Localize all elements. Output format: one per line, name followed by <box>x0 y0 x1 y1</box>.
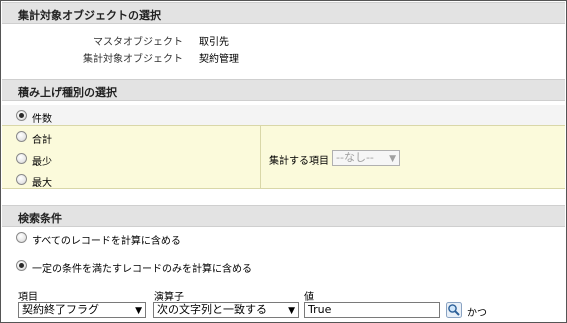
radio-min-label: 最少 <box>32 157 52 168</box>
filter-field-select[interactable]: 契約終了フラグ ▼ <box>18 302 146 318</box>
and-label: かつ <box>467 308 487 319</box>
radio-all-records[interactable] <box>16 232 27 243</box>
radio-min[interactable] <box>16 153 27 164</box>
chevron-down-icon: ▼ <box>135 306 142 316</box>
master-object-label: マスタオブジェクト <box>93 37 183 48</box>
radio-sum[interactable] <box>16 131 27 142</box>
radio-count-label: 件数 <box>32 114 52 125</box>
count-option-row <box>2 105 565 125</box>
radio-max[interactable] <box>16 174 27 185</box>
section-header-filter-criteria: 検索条件 <box>2 205 565 227</box>
filter-field-header: 項目 <box>18 292 38 303</box>
filter-value-header: 値 <box>304 292 314 303</box>
chevron-down-icon: ▼ <box>288 306 295 316</box>
radio-sum-label: 合計 <box>32 135 52 146</box>
aggregate-field-select[interactable]: --なし-- ▼ <box>332 150 400 166</box>
radio-max-label: 最大 <box>32 178 52 189</box>
section-title: 積み上げ種別の選択 <box>18 86 117 99</box>
radio-filtered-records-label: 一定の条件を満たすレコードのみを計算に含める <box>32 264 252 275</box>
radio-all-records-label: すべてのレコードを計算に含める <box>32 236 181 247</box>
section-title: 検索条件 <box>18 212 62 225</box>
filter-value-input[interactable]: True <box>304 302 440 318</box>
filter-operator-header: 演算子 <box>154 292 184 303</box>
section-header-rollup-type: 積み上げ種別の選択 <box>2 79 565 101</box>
target-object-label: 集計対象オブジェクト <box>83 54 183 65</box>
master-object-value: 取引先 <box>199 37 229 48</box>
lookup-icon[interactable] <box>446 302 462 318</box>
target-object-value: 契約管理 <box>199 54 239 65</box>
radio-count[interactable] <box>16 110 27 121</box>
rollup-summary-form: 集計対象オブジェクトの選択 マスタオブジェクト 取引先 集計対象オブジェクト 契… <box>0 0 567 323</box>
aggregate-field-label: 集計する項目 <box>269 156 329 167</box>
divider <box>260 126 261 188</box>
section-title: 集計対象オブジェクトの選択 <box>18 9 161 22</box>
section-header-target-object: 集計対象オブジェクトの選択 <box>2 2 565 24</box>
filter-operator-select[interactable]: 次の文字列と一致する ▼ <box>153 302 299 318</box>
radio-filtered-records[interactable] <box>16 260 27 271</box>
chevron-down-icon: ▼ <box>389 154 396 164</box>
